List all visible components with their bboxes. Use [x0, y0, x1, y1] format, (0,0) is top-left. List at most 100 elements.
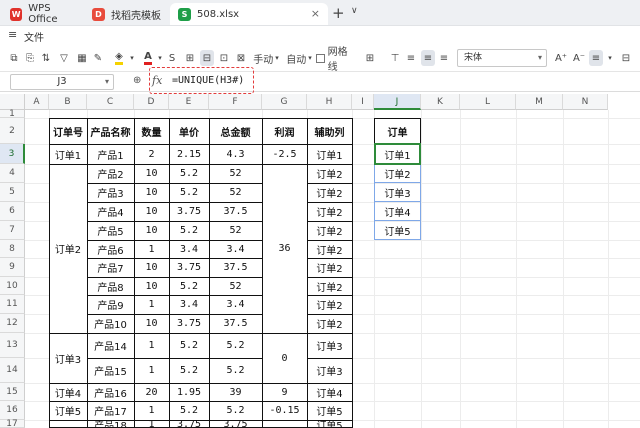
unique-result-cell[interactable]: 订单3 — [374, 183, 421, 202]
table-border — [307, 295, 352, 296]
row-header[interactable]: 11 — [0, 295, 25, 314]
quantity-cell: 1 — [134, 401, 169, 420]
column-header[interactable]: L — [460, 94, 516, 110]
name-box[interactable]: J3 ▾ — [10, 74, 114, 90]
unique-result-cell[interactable]: 订单2 — [374, 164, 421, 183]
table-border — [87, 277, 262, 278]
function-icon[interactable]: fx — [152, 74, 162, 87]
row-header[interactable]: 2 — [0, 118, 25, 144]
fill-color-icon[interactable]: ◈ — [111, 50, 127, 66]
profit-cell: -0.15 — [262, 401, 307, 420]
column-header[interactable]: H — [307, 94, 352, 110]
quantity-cell: 2 — [134, 144, 169, 164]
file-menu[interactable]: 文件 — [24, 29, 44, 44]
zoom-icon[interactable]: ⊕ — [133, 75, 141, 86]
column-header[interactable]: I — [352, 94, 374, 110]
row-column-icon[interactable]: ⊠ — [234, 50, 248, 66]
column-header[interactable]: M — [516, 94, 563, 110]
row-header[interactable]: 6 — [0, 202, 25, 221]
spreadsheet-grid[interactable]: A B C D E F G H I J K L M N 1 2 3 4 5 6 7 8 9 10 11 12 13 14 15 16 17 订… — [0, 94, 640, 428]
chevron-down-icon[interactable]: ▾ — [128, 50, 136, 66]
table-header-cell: 总金额 — [209, 118, 262, 144]
row-header[interactable]: 1 — [0, 109, 25, 119]
copy-icon[interactable]: ⎘ — [24, 50, 36, 66]
price-cell: 1.95 — [169, 383, 209, 401]
tab-508-xlsx[interactable]: S 508.xlsx × — [170, 3, 328, 25]
row-header[interactable]: 3 — [0, 144, 25, 164]
table-border — [307, 258, 352, 259]
row-header[interactable]: 17 — [0, 419, 25, 428]
row-header[interactable]: 8 — [0, 240, 25, 258]
align-right-icon[interactable]: ≡ — [438, 50, 450, 66]
column-header[interactable]: K — [421, 94, 460, 110]
chevron-down-icon[interactable]: ▾ — [606, 50, 614, 66]
table-style-icon[interactable]: ▦ — [76, 50, 88, 66]
menu-icon[interactable]: ≡ — [8, 28, 17, 41]
unique-result-cell[interactable]: 订单5 — [374, 221, 421, 240]
align-left-icon[interactable]: ≡ — [405, 50, 417, 66]
row-header[interactable]: 7 — [0, 221, 25, 240]
font-color-icon[interactable]: A — [141, 50, 155, 66]
tab-docer-templates[interactable]: D 找稻壳模板 — [84, 3, 170, 25]
row-header[interactable]: 9 — [0, 258, 25, 277]
sort-icon[interactable]: ⇅ — [40, 50, 52, 66]
align-middle-icon[interactable]: ≡ — [589, 50, 603, 66]
column-header[interactable]: N — [563, 94, 608, 110]
merge-cells-icon[interactable]: ⊞ — [183, 50, 197, 66]
product-name-cell: 产品2 — [87, 164, 134, 183]
column-header[interactable]: F — [209, 94, 262, 110]
new-tab-icon[interactable]: + — [332, 4, 345, 22]
helper-column-cell: 订单2 — [307, 202, 352, 221]
align-top-icon[interactable]: ⊤ — [389, 50, 401, 66]
number-format-icon[interactable]: S — [166, 50, 178, 66]
row-header[interactable]: 10 — [0, 277, 25, 295]
more-icon[interactable]: ⊟ — [620, 50, 632, 66]
column-header[interactable]: E — [169, 94, 209, 110]
chevron-down-icon[interactable]: ∨ — [351, 6, 358, 16]
filter-icon[interactable]: ▽ — [58, 50, 70, 66]
close-tab-icon[interactable]: × — [311, 7, 320, 20]
chevron-down-icon[interactable]: ▾ — [156, 50, 164, 66]
column-header[interactable]: G — [262, 94, 307, 110]
row-header[interactable]: 4 — [0, 164, 25, 183]
wrap-manual-dropdown[interactable]: 手动 ▾ — [250, 50, 282, 66]
row-header[interactable]: 5 — [0, 183, 25, 202]
cell-format-icon[interactable]: ⊡ — [217, 50, 231, 66]
wrap-text-icon[interactable]: ⊟ — [200, 50, 214, 66]
font-name-select[interactable]: 宋体 ▾ — [457, 49, 547, 67]
wrap-auto-dropdown[interactable]: 自动 ▾ — [283, 50, 315, 66]
column-header[interactable]: J — [374, 94, 421, 110]
gridlines-checkbox[interactable]: 网格线 — [316, 47, 356, 73]
total-amount-cell: 52 — [209, 221, 262, 240]
unique-result-cell[interactable]: 订单4 — [374, 202, 421, 221]
price-cell: 5.2 — [169, 401, 209, 420]
increase-font-icon[interactable]: A⁺ — [554, 50, 568, 66]
column-header[interactable]: B — [49, 94, 87, 110]
row-header[interactable]: 15 — [0, 383, 25, 401]
paste-icon[interactable]: ⧉ — [8, 50, 20, 66]
column-header[interactable]: D — [134, 94, 169, 110]
row-header[interactable]: 14 — [0, 358, 25, 383]
tab-wps-office[interactable]: W WPS Office — [2, 3, 80, 25]
column-header[interactable]: A — [25, 94, 49, 110]
product-name-cell: 产品9 — [87, 295, 134, 314]
row-header[interactable]: 12 — [0, 314, 25, 333]
column-header[interactable]: C — [87, 94, 134, 110]
price-cell: 5.2 — [169, 358, 209, 383]
profit-cell: 0 — [262, 333, 307, 383]
row-header[interactable]: 13 — [0, 333, 25, 358]
product-name-cell: 产品14 — [87, 333, 134, 358]
table-border — [87, 383, 262, 384]
formula-input[interactable]: =UNIQUE(H3#) — [172, 75, 244, 86]
row-header[interactable]: 16 — [0, 401, 25, 420]
decrease-font-icon[interactable]: A⁻ — [572, 50, 586, 66]
total-amount-cell: 4.3 — [209, 144, 262, 164]
freeze-panes-icon[interactable]: ⊞ — [363, 50, 377, 66]
total-amount-cell: 5.2 — [209, 333, 262, 358]
table-border — [262, 420, 307, 421]
unique-header-cell: 订单 — [374, 118, 421, 144]
table-border — [87, 164, 262, 165]
product-name-cell: 产品7 — [87, 258, 134, 277]
format-painter-icon[interactable]: ✎ — [92, 50, 104, 66]
align-center-icon[interactable]: ≡ — [421, 50, 435, 66]
